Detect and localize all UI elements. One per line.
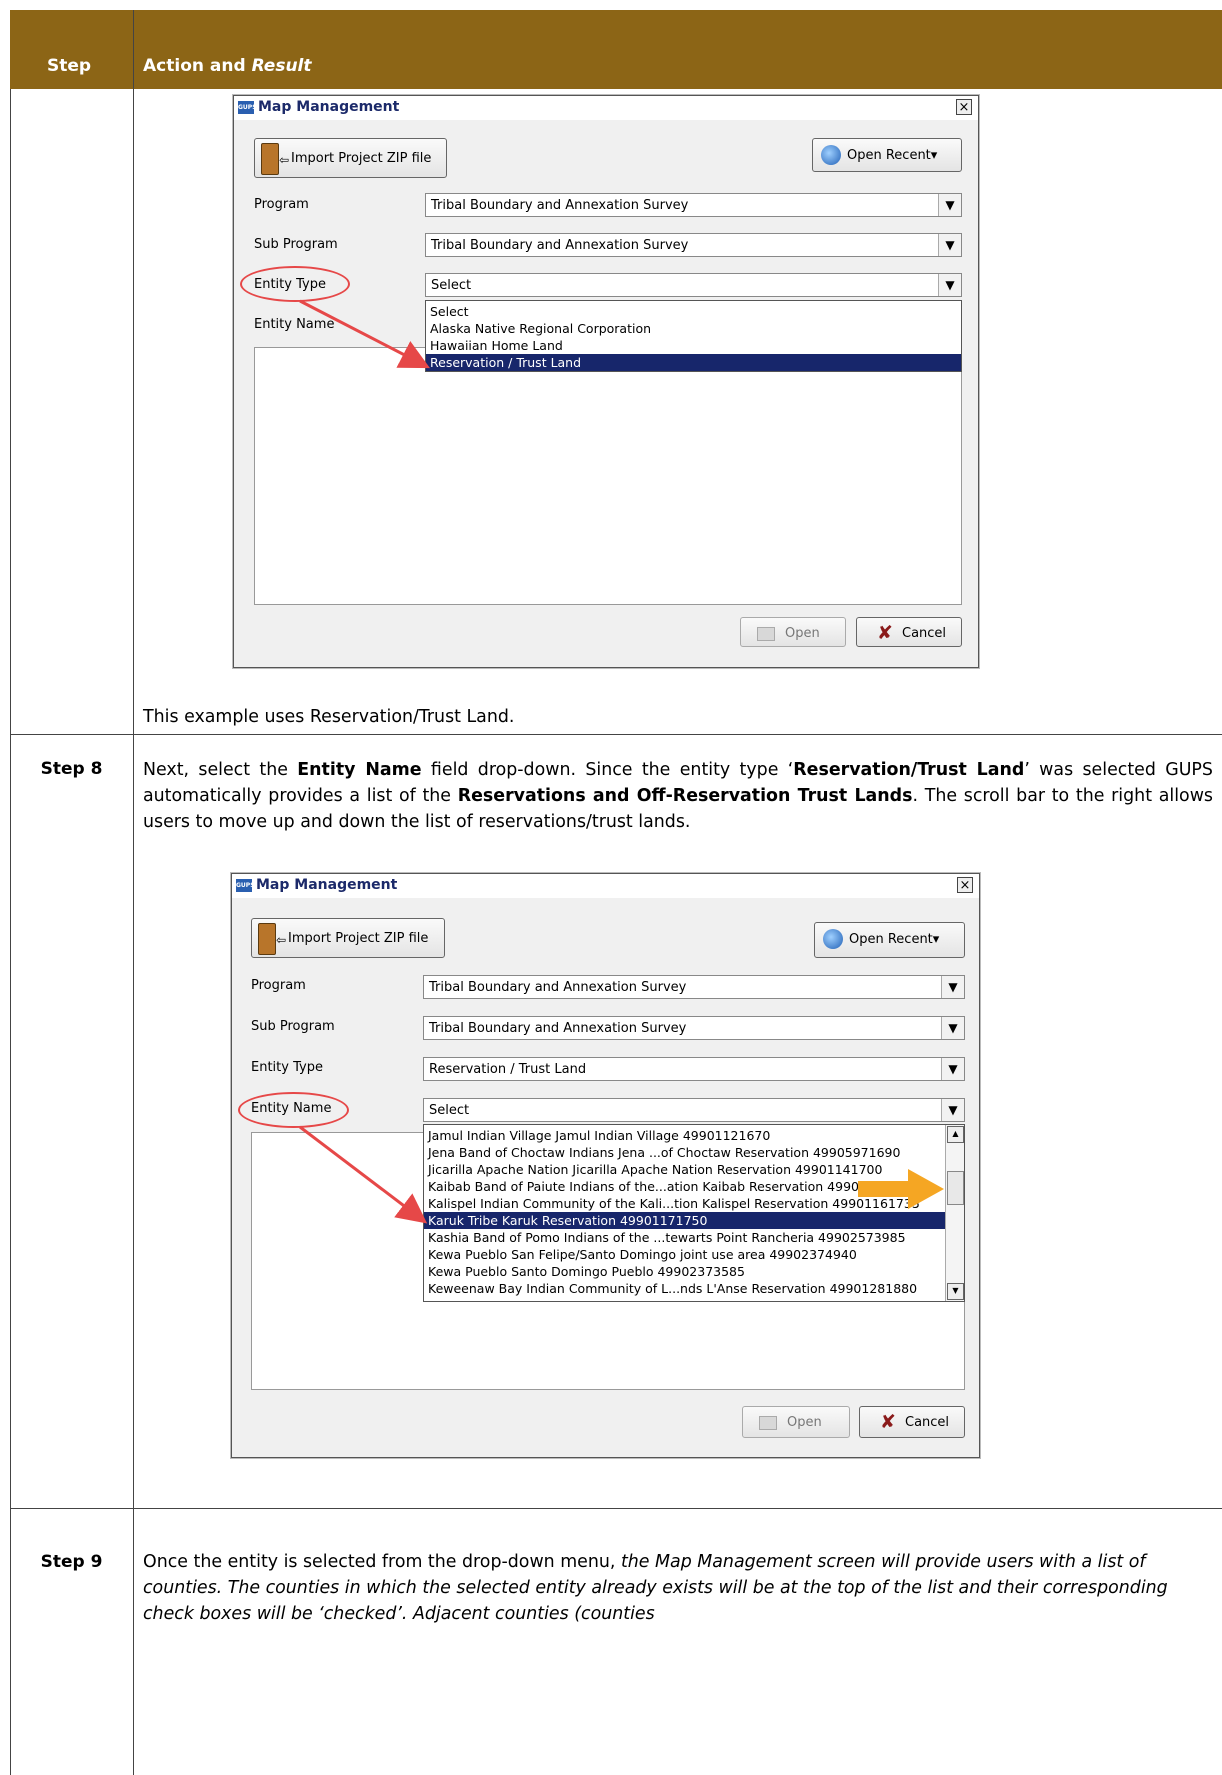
orange-arrow-icon [858, 1169, 944, 1209]
annotation-overlay [299, 299, 944, 1224]
step-9-label: Step 9 [40, 1552, 103, 1572]
red-arrow [299, 1125, 428, 1224]
red-arrow [299, 299, 430, 369]
step-9-instructions: Once the entity is selected from the dro… [143, 1552, 1168, 1624]
